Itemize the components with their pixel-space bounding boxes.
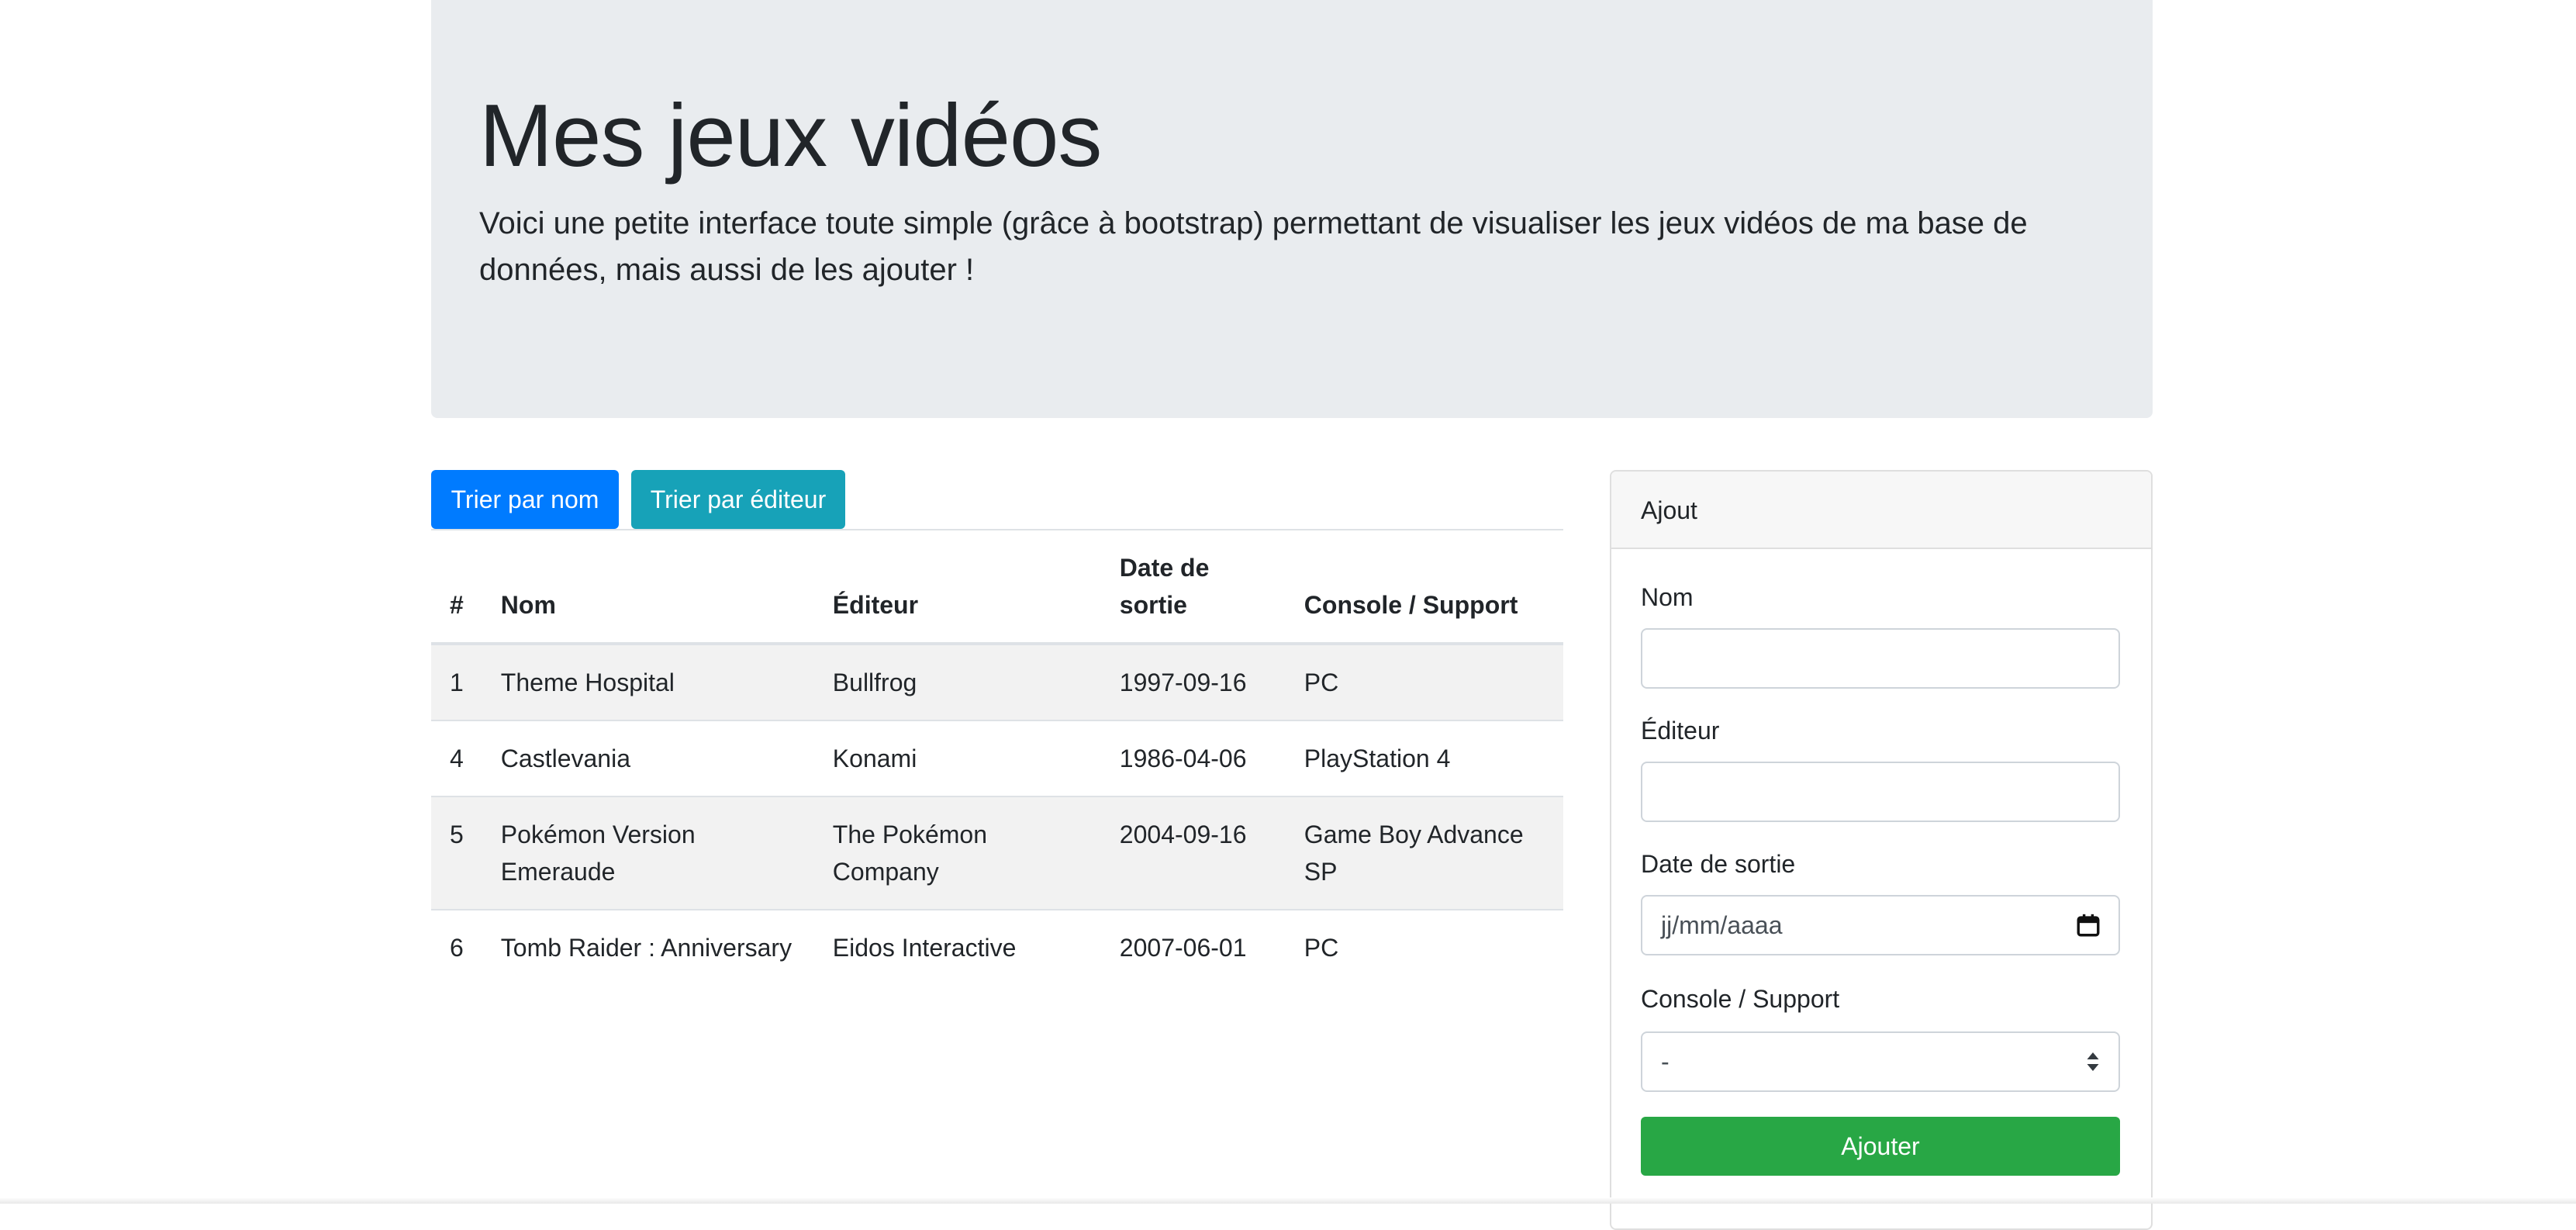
cell-date: 1997-09-16 <box>1119 669 1247 696</box>
bottom-edge <box>0 1197 2576 1204</box>
header-editeur: Éditeur <box>813 529 1101 645</box>
header-id: # <box>431 529 482 645</box>
table-header-row: # Nom Éditeur Date de sortie Console / S… <box>431 529 1563 645</box>
cell-nom: Tomb Raider : Anniversary <box>482 909 814 985</box>
console-selected-value: - <box>1661 1048 1670 1076</box>
table-row: 6 Tomb Raider : Anniversary Eidos Intera… <box>431 909 1563 985</box>
header-nom: Nom <box>482 529 814 645</box>
card-header: Ajout <box>1611 472 2151 549</box>
cell-date: 2004-09-16 <box>1100 796 1286 910</box>
add-button[interactable]: Ajouter <box>1641 1117 2120 1176</box>
table-row: 1 Theme Hospital Bullfrog 1997-09-16 PC <box>431 644 1563 720</box>
nom-label: Nom <box>1641 583 1694 611</box>
sort-by-name-button[interactable]: Trier par nom <box>431 470 619 529</box>
calendar-icon[interactable] <box>2075 912 2101 938</box>
table-row: 4 Castlevania Konami 1986-04-06 PlayStat… <box>431 720 1563 796</box>
add-game-card: Ajout Nom Éditeur Date de sortie jj/mm/a… <box>1610 470 2153 1230</box>
cell-id: 4 <box>431 720 482 796</box>
cell-date: 1986-04-06 <box>1100 720 1286 796</box>
editeur-label: Éditeur <box>1641 717 1720 745</box>
cell-editeur: The Pokémon Company <box>813 796 1101 910</box>
cell-console: PlayStation 4 <box>1285 720 1563 796</box>
jumbotron: Mes jeux vidéos Voici une petite interfa… <box>431 0 2153 418</box>
sort-by-editor-button[interactable]: Trier par éditeur <box>631 470 845 529</box>
date-input[interactable]: jj/mm/aaaa <box>1641 895 2120 955</box>
page-title: Mes jeux vidéos <box>479 87 1102 185</box>
date-label: Date de sortie <box>1641 850 1796 878</box>
cell-id: 6 <box>431 909 482 985</box>
cell-date: 2007-06-01 <box>1100 909 1286 985</box>
cell-id: 5 <box>431 796 482 910</box>
cell-console: PC <box>1285 909 1563 985</box>
cell-editeur: Bullfrog <box>832 669 917 696</box>
cell-console: Game Boy Advance SP <box>1285 796 1563 910</box>
table-row: 5 Pokémon Version Emeraude The Pokémon C… <box>431 796 1563 910</box>
select-arrows-icon <box>2087 1052 2099 1071</box>
page-lead: Voici une petite interface toute simple … <box>479 206 2028 287</box>
header-console: Console / Support <box>1285 529 1563 645</box>
cell-nom: Theme Hospital <box>500 669 675 696</box>
cell-console: PC <box>1304 669 1339 696</box>
cell-nom: Castlevania <box>482 720 814 796</box>
header-date: Date de sortie <box>1100 529 1286 645</box>
console-label: Console / Support <box>1641 985 1840 1013</box>
cell-nom: Pokémon Version Emeraude <box>482 796 814 910</box>
cell-editeur: Konami <box>813 720 1101 796</box>
header-date-label: Date de sortie <box>1119 554 1210 619</box>
games-table: # Nom Éditeur Date de sortie Console / S… <box>431 529 1563 985</box>
console-select[interactable]: - <box>1641 1031 2120 1092</box>
cell-editeur: Eidos Interactive <box>813 909 1101 985</box>
cell-id: 1 <box>450 669 464 696</box>
editeur-input[interactable] <box>1641 762 2120 822</box>
date-placeholder: jj/mm/aaaa <box>1661 911 1783 939</box>
nom-input[interactable] <box>1641 628 2120 689</box>
